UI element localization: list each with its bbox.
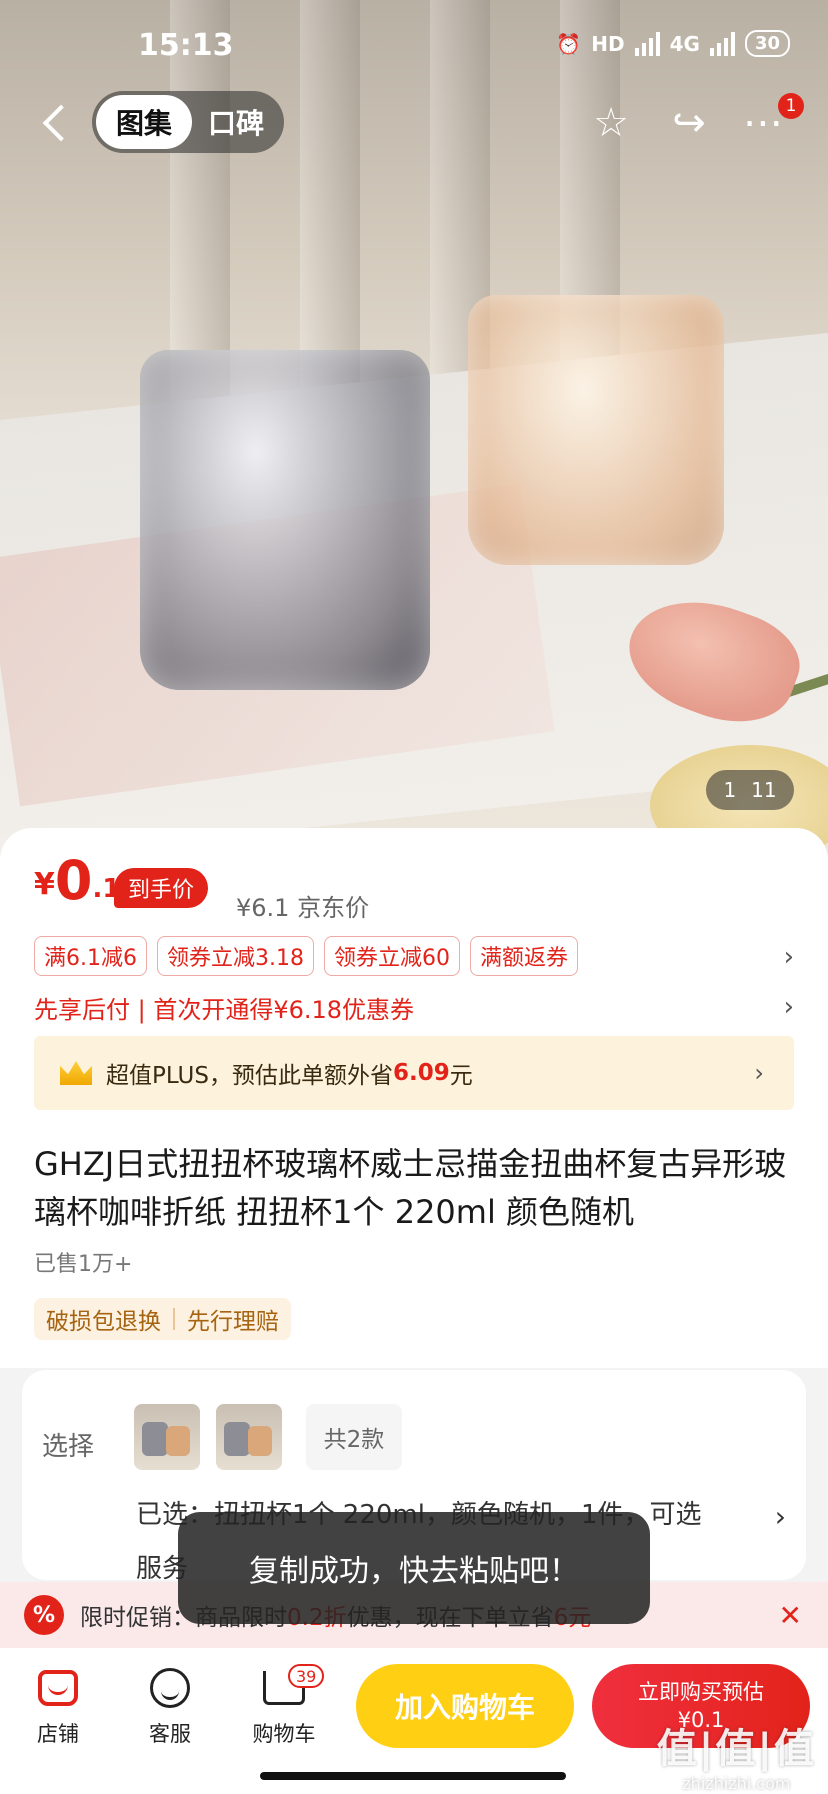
divider	[173, 1308, 175, 1330]
chevron-right-icon[interactable]: ›	[775, 1500, 786, 1533]
watermark-url: zhizhizhi.com	[682, 1774, 791, 1793]
watermark: 值|值|值 zhizhizhi.com	[657, 1716, 816, 1793]
coupon-tag[interactable]: 满额返券	[470, 936, 579, 976]
status-time: 15:13	[138, 28, 234, 63]
chat-icon	[150, 1668, 190, 1708]
variant-count[interactable]: 共2款	[306, 1404, 402, 1470]
product-title: GHZJ日式扭扭杯玻璃杯威士忌描金扭曲杯复古异形玻璃杯咖啡折纸 扭扭杯1个 22…	[34, 1145, 787, 1231]
select-label: 选择	[42, 1432, 95, 1462]
watermark-logo: 值|值|值	[656, 1726, 816, 1772]
cart-count-badge: 39	[288, 1664, 325, 1688]
crown-icon	[60, 1061, 92, 1085]
discount-icon: %	[24, 1595, 64, 1635]
variant-thumbnail[interactable]	[216, 1404, 282, 1470]
home-indicator[interactable]	[260, 1772, 566, 1780]
sold-count: 已售1万+	[34, 1252, 133, 1277]
guarantee-item: 先行理赔	[187, 1309, 279, 1335]
gallery-tab-switch: 图集 口碑	[92, 91, 284, 153]
back-icon[interactable]	[36, 102, 76, 142]
image-pager: 1 11	[706, 770, 794, 810]
star-icon[interactable]: ☆	[586, 98, 636, 148]
store-icon	[38, 1670, 78, 1706]
guarantee-item: 破损包退换	[46, 1309, 161, 1335]
alarm-icon: ⏰	[556, 31, 582, 56]
more-badge: 1	[778, 93, 804, 119]
close-icon[interactable]: ✕	[779, 1599, 802, 1632]
coupon-list[interactable]: 满6.1减6 领券立减3.18 领券立减60 满额返券	[34, 936, 579, 976]
service-guarantee[interactable]: 破损包退换 先行理赔	[34, 1298, 291, 1340]
status-icons: ⏰ HD 4G 30	[556, 30, 790, 57]
coupon-tag[interactable]: 满6.1减6	[34, 936, 147, 976]
plus-amount: 6.09	[392, 1060, 450, 1086]
plus-prefix: 超值PLUS，预估此单额外省	[106, 1063, 393, 1089]
signal-icon	[634, 31, 660, 56]
chevron-right-icon: ›	[754, 1059, 764, 1087]
store-button[interactable]: 店铺	[8, 1668, 108, 1748]
tab-reviews[interactable]: 口碑	[192, 102, 280, 142]
signal-icon	[709, 31, 735, 56]
product-card: ¥ 0 .1 到手价 ¥6.1 京东价 满6.1减6 领券立减3.18 领券立减…	[0, 828, 828, 1368]
share-icon[interactable]: ↪	[664, 98, 714, 148]
customer-service-button[interactable]: 客服	[120, 1668, 220, 1748]
network-label: 4G	[669, 31, 700, 56]
pager-current: 1	[723, 778, 737, 802]
price: ¥ 0 .1	[34, 854, 120, 908]
chevron-right-icon[interactable]: ›	[784, 992, 794, 1022]
copy-success-toast: 复制成功，快去粘贴吧！	[178, 1512, 650, 1624]
plus-suffix: 元	[449, 1063, 473, 1089]
buy-now-label: 立即购买预估	[638, 1680, 764, 1704]
amber-glass	[468, 295, 724, 565]
original-price: ¥6.1 京东价	[236, 894, 370, 922]
status-bar: 15:13 ⏰ HD 4G 30	[0, 0, 828, 90]
plus-banner[interactable]: 超值PLUS，预估此单额外省 6.09 元 ›	[34, 1036, 794, 1110]
variant-thumbnail[interactable]	[134, 1404, 200, 1470]
coupon-tag[interactable]: 领券立减60	[324, 936, 460, 976]
pay-later-offer[interactable]: 先享后付 | 首次开通得¥6.18优惠券	[34, 990, 414, 1025]
coupon-tag[interactable]: 领券立减3.18	[157, 936, 314, 976]
price-symbol: ¥	[34, 867, 55, 902]
chevron-right-icon[interactable]: ›	[784, 942, 794, 972]
price-integer: 0	[54, 849, 93, 912]
gray-glass	[140, 350, 430, 690]
final-price-tag: 到手价	[114, 868, 209, 908]
tab-gallery[interactable]: 图集	[96, 95, 192, 149]
store-label: 店铺	[37, 1722, 79, 1746]
pager-total: 11	[751, 778, 777, 802]
battery-icon: 30	[744, 30, 790, 57]
hd-icon: HD	[591, 31, 625, 56]
cart-label: 购物车	[252, 1722, 316, 1746]
add-to-cart-button[interactable]: 加入购物车	[356, 1664, 574, 1748]
service-label: 客服	[149, 1722, 191, 1746]
